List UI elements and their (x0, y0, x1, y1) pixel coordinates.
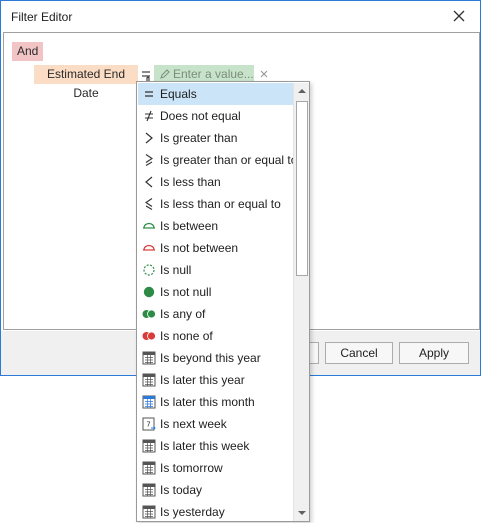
calendar-icon (142, 461, 156, 475)
not-null-icon (143, 286, 155, 298)
calendar-month-icon (142, 395, 156, 409)
not-between-icon (143, 244, 155, 251)
operator-item[interactable]: Does not equal (138, 105, 293, 127)
operator-label: Is later this year (160, 373, 245, 387)
less-or-equal-icon (145, 198, 153, 210)
operator-list: Equals Does not equal Is greater than Is gr… (138, 83, 293, 521)
operator-label: Is tomorrow (160, 461, 223, 475)
operator-dropdown: Equals Does not equal Is greater than Is gr… (136, 81, 310, 522)
operator-item[interactable]: 7 Is next week (138, 413, 293, 435)
scroll-up-icon[interactable] (294, 83, 310, 99)
calendar-icon (142, 439, 156, 453)
operator-label: Equals (160, 87, 197, 101)
field-node[interactable]: Estimated End Date (34, 65, 138, 100)
operator-item[interactable]: Is greater than or equal to (138, 149, 293, 171)
equals-icon (145, 91, 153, 97)
operator-label: Is next week (160, 417, 227, 431)
operator-item[interactable]: Is none of (138, 325, 293, 347)
operator-label: Is between (160, 219, 219, 233)
operator-item[interactable]: Is greater than (138, 127, 293, 149)
operator-item[interactable]: Is later this week (138, 435, 293, 457)
operator-item[interactable]: Is null (138, 259, 293, 281)
operator-item[interactable]: Is later this year (138, 369, 293, 391)
operator-label: Is any of (160, 307, 206, 321)
greater-or-equal-icon (145, 154, 153, 166)
operator-label: Is greater than or equal to (160, 153, 293, 167)
operator-label: Is not null (160, 285, 212, 299)
close-icon[interactable] (450, 7, 468, 25)
operator-label: Is greater than (160, 131, 238, 145)
operator-item[interactable]: Equals (138, 83, 293, 105)
scrollbar[interactable] (293, 83, 309, 521)
greater-than-icon (145, 132, 153, 144)
calendar-icon (142, 351, 156, 365)
operator-label: Is later this week (160, 439, 250, 453)
between-icon (143, 222, 155, 229)
operator-item[interactable]: Is any of (138, 303, 293, 325)
remove-condition-icon[interactable] (259, 69, 269, 79)
calendar-icon (142, 483, 156, 497)
any-of-icon (142, 309, 156, 319)
apply-button[interactable]: Apply (399, 342, 469, 364)
operator-item[interactable]: Is yesterday (138, 501, 293, 521)
operator-label: Is beyond this year (160, 351, 261, 365)
calendar-icon (142, 505, 156, 519)
operator-label: Does not equal (160, 109, 241, 123)
calendar-day-icon: 7 (142, 417, 156, 431)
cancel-button[interactable]: Cancel (325, 342, 393, 364)
operator-item[interactable]: Is beyond this year (138, 347, 293, 369)
null-icon (143, 264, 155, 276)
scroll-down-icon[interactable] (294, 505, 310, 521)
operator-label: Is null (160, 263, 192, 277)
none-of-icon (142, 331, 156, 341)
operator-label: Is less than or equal to (160, 197, 281, 211)
scroll-thumb[interactable] (296, 101, 308, 276)
operator-item[interactable]: Is between (138, 215, 293, 237)
operator-item[interactable]: Is later this month (138, 391, 293, 413)
svg-text:7: 7 (146, 421, 150, 429)
operator-item[interactable]: Is less than or equal to (138, 193, 293, 215)
operator-item[interactable]: Is tomorrow (138, 457, 293, 479)
operator-label: Is later this month (160, 395, 255, 409)
less-than-icon (145, 176, 153, 188)
title-bar: Filter Editor (1, 1, 480, 32)
pencil-icon (160, 69, 170, 79)
calendar-icon (142, 373, 156, 387)
not-equal-icon (145, 110, 153, 122)
group-operator-node[interactable]: And (12, 42, 44, 61)
operator-item[interactable]: Is less than (138, 171, 293, 193)
operator-item[interactable]: Is not null (138, 281, 293, 303)
window-title: Filter Editor (11, 10, 73, 24)
operator-label: Is less than (160, 175, 221, 189)
operator-label: Is yesterday (160, 505, 225, 519)
operator-label: Is not between (160, 241, 239, 255)
operator-item[interactable]: Is not between (138, 237, 293, 259)
operator-label: Is none of (160, 329, 213, 343)
operator-label: Is today (160, 483, 203, 497)
operator-item[interactable]: Is today (138, 479, 293, 501)
